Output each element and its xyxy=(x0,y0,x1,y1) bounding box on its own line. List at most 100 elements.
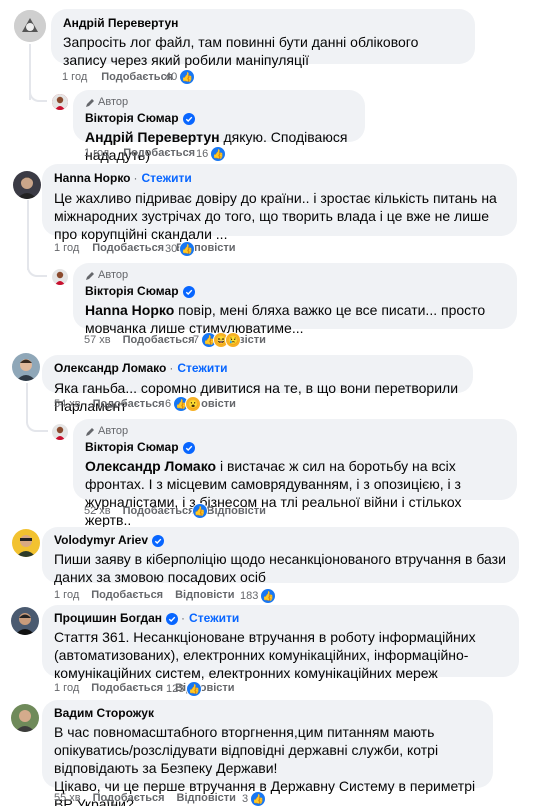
verified-icon xyxy=(182,441,195,454)
reaction-count[interactable]: 👍 xyxy=(192,503,208,519)
reaction-count-value: 40 xyxy=(165,71,178,83)
commenter-name[interactable]: Андрій Перевертун xyxy=(63,16,178,31)
commenter-name[interactable]: Процишин Богдан xyxy=(54,611,162,626)
reaction-count[interactable]: 3 👍 xyxy=(242,791,267,806)
mention-link[interactable]: Андрій Перевертун xyxy=(85,129,220,145)
comment-bubble: Автор Вікторія Сюмар Hanna Норко повір, … xyxy=(73,263,517,336)
reaction-count-value: 6 xyxy=(165,398,172,410)
reaction-count[interactable]: 40 👍 xyxy=(165,69,196,85)
reaction-count[interactable]: 123 👍 xyxy=(166,681,203,697)
mention-link[interactable]: Олександр Ломако xyxy=(85,458,216,474)
avatar[interactable] xyxy=(12,353,40,381)
timestamp[interactable]: 55 хв xyxy=(54,792,81,804)
timestamp[interactable]: 1 год xyxy=(54,589,79,601)
separator: · xyxy=(133,171,138,185)
verified-icon xyxy=(182,112,195,125)
avatar[interactable] xyxy=(52,424,68,440)
like-reaction-icon: 👍 xyxy=(179,241,196,257)
like-reaction-icon: 👍 xyxy=(210,146,227,162)
verified-icon xyxy=(166,612,179,625)
reaction-count[interactable]: 16 👍 xyxy=(196,146,227,162)
comment-text: Пиши заяву в кіберполіцію щодо несанкціо… xyxy=(54,551,506,585)
reaction-count[interactable]: 6 👍 😮 xyxy=(165,396,202,412)
reply-button[interactable]: Відповісти xyxy=(207,505,266,517)
commenter-name[interactable]: Вікторія Сюмар xyxy=(85,284,179,299)
comment-meta: 1 год Подобається Відповісти xyxy=(54,589,235,601)
like-button[interactable]: Подобається xyxy=(91,589,163,601)
like-reaction-icon: 👍 xyxy=(250,791,267,806)
reply-button[interactable]: Відповісти xyxy=(177,792,236,804)
pen-icon xyxy=(85,98,95,108)
comment-bubble: Автор Вікторія Сюмар Андрій Перевертун д… xyxy=(73,90,365,163)
like-reaction-icon: 👍 xyxy=(260,588,277,604)
avatar[interactable] xyxy=(11,607,39,635)
like-button[interactable]: Подобається xyxy=(123,505,195,517)
reaction-count[interactable]: 7 👍 😆 😢 xyxy=(193,332,242,348)
comment-bubble: Вадим Сторожук В час повномасштабного вт… xyxy=(42,700,493,806)
reaction-count-value: 183 xyxy=(240,590,259,602)
separator: · xyxy=(169,361,174,375)
comment-bubble: Volodymyr Ariev Пиши заяву в кіберполіці… xyxy=(42,527,519,585)
verified-icon xyxy=(152,534,165,547)
comment-meta: 1 год Подобається xyxy=(84,147,195,159)
commenter-name[interactable]: Volodymyr Ariev xyxy=(54,533,148,548)
reaction-count[interactable]: 30 👍 xyxy=(165,241,196,257)
like-button[interactable]: Подобається xyxy=(101,71,173,83)
avatar[interactable] xyxy=(12,529,40,557)
comment-meta: 1 год Подобається Відповісти xyxy=(54,242,236,254)
author-badge: Автор xyxy=(98,269,129,281)
like-button[interactable]: Подобається xyxy=(93,792,165,804)
timestamp[interactable]: 52 хв xyxy=(84,505,111,517)
like-button[interactable]: Подобається xyxy=(123,334,195,346)
like-reaction-icon: 👍 xyxy=(192,503,208,519)
comment-text: Запросіть лог файл, там повинні бути дан… xyxy=(63,34,419,68)
timestamp[interactable]: 57 хв xyxy=(84,334,111,346)
avatar[interactable] xyxy=(52,94,68,110)
like-button[interactable]: Подобається xyxy=(92,242,164,254)
avatar[interactable] xyxy=(13,171,41,199)
follow-button[interactable]: Стежити xyxy=(189,611,239,626)
commenter-name[interactable]: Олександр Ломако xyxy=(54,361,166,376)
verified-icon xyxy=(182,285,195,298)
comment-bubble: Процишин Богдан · Стежити Стаття 361. Не… xyxy=(42,605,519,681)
like-button[interactable]: Подобається xyxy=(123,147,195,159)
avatar[interactable] xyxy=(11,704,39,732)
like-reaction-icon: 👍 xyxy=(186,681,203,697)
comment-meta: 52 хв Подобається Відповісти xyxy=(84,505,266,517)
wow-reaction-icon: 😮 xyxy=(185,396,202,412)
sad-reaction-icon: 😢 xyxy=(225,332,242,348)
timestamp[interactable]: 54 хв xyxy=(54,398,81,410)
reaction-count-value: 30 xyxy=(165,243,178,255)
commenter-name[interactable]: Вікторія Сюмар xyxy=(85,440,179,455)
comment-text: Це жахливо підриває довіру до країни.. і… xyxy=(54,190,497,242)
like-reaction-icon: 👍 xyxy=(179,69,196,85)
follow-button[interactable]: Стежити xyxy=(142,171,192,186)
reply-button[interactable]: Відповісти xyxy=(175,589,234,601)
avatar[interactable] xyxy=(14,10,46,42)
timestamp[interactable]: 1 год xyxy=(84,147,109,159)
commenter-name[interactable]: Вікторія Сюмар xyxy=(85,111,179,126)
thread-line xyxy=(29,80,47,102)
comment-meta: 54 хв Подобається Відповісти xyxy=(54,398,236,410)
timestamp[interactable]: 1 год xyxy=(54,682,79,694)
like-button[interactable]: Подобається xyxy=(91,682,163,694)
mention-link[interactable]: Hanna Норко xyxy=(85,302,174,318)
author-badge: Автор xyxy=(98,96,129,108)
avatar[interactable] xyxy=(52,269,68,285)
thread-line xyxy=(26,412,48,432)
comment-bubble: Олександр Ломако · Стежити Яка ганьба...… xyxy=(42,355,473,414)
author-badge: Автор xyxy=(98,425,129,437)
like-button[interactable]: Подобається xyxy=(93,398,165,410)
timestamp[interactable]: 1 год xyxy=(62,71,87,83)
thread-line xyxy=(27,255,47,277)
commenter-name[interactable]: Hanna Норко xyxy=(54,171,131,186)
pen-icon xyxy=(85,271,95,281)
comment-bubble: Автор Вікторія Сюмар Олександр Ломако і … xyxy=(73,419,517,528)
comment-meta: 1 год Подобається xyxy=(62,70,173,84)
timestamp[interactable]: 1 год xyxy=(54,242,79,254)
commenter-name[interactable]: Вадим Сторожук xyxy=(54,706,154,721)
separator: · xyxy=(181,611,186,625)
reaction-count[interactable]: 183 👍 xyxy=(240,588,277,604)
reaction-count-value: 3 xyxy=(242,793,249,805)
follow-button[interactable]: Стежити xyxy=(177,361,227,376)
